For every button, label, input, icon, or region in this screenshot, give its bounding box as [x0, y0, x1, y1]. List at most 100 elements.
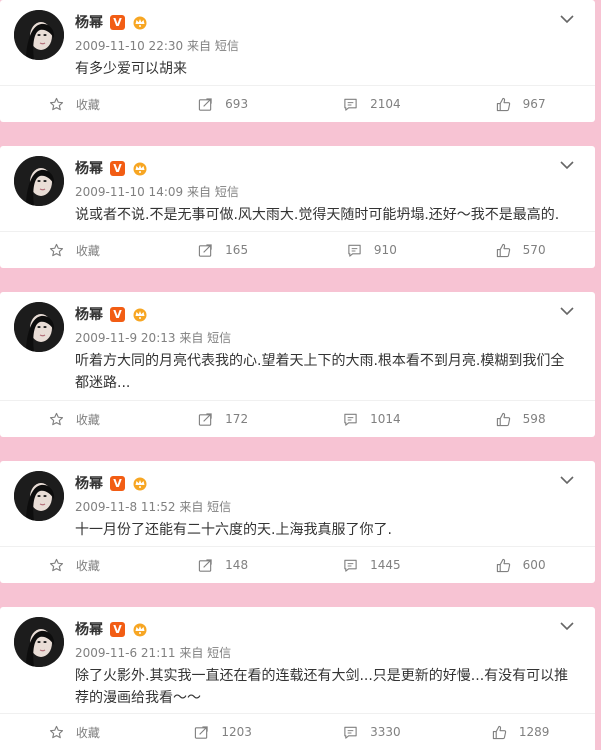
post-source: 短信: [207, 500, 232, 514]
comment-count: 3330: [370, 725, 401, 739]
source-prefix: 来自: [179, 500, 204, 514]
verified-badge-icon: V: [110, 306, 125, 322]
avatar[interactable]: [14, 302, 64, 352]
post-card: 杨幂 V 2009-11-6 21:11 来自 短信 除了火影外.其实我一直还在…: [0, 607, 595, 750]
collect-button[interactable]: 收藏: [0, 547, 149, 583]
forward-button[interactable]: 148: [149, 547, 298, 583]
forward-button[interactable]: 693: [149, 86, 298, 122]
post-text-line: 听着方大同的月亮代表我的心.望着天上下的大雨.根本看不到月亮.模糊到我们全: [75, 353, 565, 369]
chevron-down-icon[interactable]: [559, 302, 575, 316]
post-meta: 2009-11-9 20:13 来自 短信: [75, 329, 231, 346]
crown-icon: [131, 621, 149, 637]
like-count: 1289: [518, 725, 550, 739]
star-icon: [49, 558, 70, 573]
source-prefix: 来自: [186, 185, 211, 199]
thumbs-up-icon: [496, 97, 517, 112]
post-card: 杨幂 V 2009-11-10 14:09 来自 短信 说或者不说.不是无事可做…: [0, 146, 595, 268]
comment-button[interactable]: 1014: [298, 401, 447, 437]
action-bar: 收藏 693 2104 967: [0, 85, 595, 122]
post-meta: 2009-11-8 11:52 来自 短信: [75, 498, 231, 515]
avatar[interactable]: [14, 471, 64, 521]
author-name[interactable]: 杨幂: [75, 158, 103, 178]
star-icon: [49, 97, 70, 112]
collect-label: 收藏: [75, 243, 100, 258]
post-text: 有多少爱可以胡来: [75, 58, 585, 80]
thumbs-up-icon: [496, 558, 517, 573]
chevron-down-icon[interactable]: [559, 10, 575, 24]
action-bar: 收藏 172 1014 598: [0, 400, 595, 437]
verified-badge-icon: V: [110, 621, 125, 637]
forward-count: 172: [225, 412, 249, 426]
post-card: 杨幂 V 2009-11-9 20:13 来自 短信 听着方大同的月亮代表我的心…: [0, 292, 595, 437]
like-button[interactable]: 600: [446, 547, 595, 583]
like-button[interactable]: 967: [446, 86, 595, 122]
comment-count: 1445: [370, 558, 401, 572]
action-bar: 收藏 148 1445 600: [0, 546, 595, 583]
verified-badge-icon: V: [110, 14, 125, 30]
comment-count: 910: [373, 243, 397, 257]
comment-icon: [343, 412, 364, 427]
avatar[interactable]: [14, 10, 64, 60]
comment-button[interactable]: 910: [298, 232, 447, 268]
chevron-down-icon[interactable]: [559, 471, 575, 485]
like-button[interactable]: 1289: [446, 714, 595, 750]
action-bar: 收藏 165 910 570: [0, 231, 595, 268]
post-text: 除了火影外.其实我一直还在看的连载还有大剑...只是更新的好慢...有没有可以推…: [75, 665, 585, 709]
chevron-down-icon[interactable]: [559, 156, 575, 170]
forward-icon: [198, 558, 219, 573]
collect-button[interactable]: 收藏: [0, 86, 149, 122]
action-bar: 收藏 1203 3330 1289: [0, 713, 595, 750]
like-count: 598: [522, 412, 546, 426]
verified-badge-icon: V: [110, 475, 125, 491]
post-time[interactable]: 2009-11-8 11:52: [75, 500, 176, 514]
thumbs-up-icon: [496, 243, 517, 258]
forward-button[interactable]: 172: [149, 401, 298, 437]
like-count: 600: [522, 558, 546, 572]
like-count: 570: [522, 243, 546, 257]
like-button[interactable]: 598: [446, 401, 595, 437]
post-text-line: 除了火影外.其实我一直还在看的连载还有大剑...只是更新的好慢...有没有可以推: [75, 668, 569, 684]
post-card: 杨幂 V 2009-11-10 22:30 来自 短信 有多少爱可以胡来 收藏 …: [0, 0, 595, 122]
collect-button[interactable]: 收藏: [0, 401, 149, 437]
forward-icon: [198, 243, 219, 258]
star-icon: [49, 243, 70, 258]
post-time[interactable]: 2009-11-9 20:13: [75, 331, 176, 345]
avatar[interactable]: [14, 156, 64, 206]
post-time[interactable]: 2009-11-10 22:30: [75, 39, 183, 53]
star-icon: [49, 412, 70, 427]
post-meta: 2009-11-10 22:30 来自 短信: [75, 37, 239, 54]
avatar[interactable]: [14, 617, 64, 667]
collect-label: 收藏: [75, 97, 100, 112]
crown-icon: [131, 475, 149, 491]
thumbs-up-icon: [496, 412, 517, 427]
collect-button[interactable]: 收藏: [0, 232, 149, 268]
post-source: 短信: [207, 646, 232, 660]
post-time[interactable]: 2009-11-10 14:09: [75, 185, 183, 199]
comment-button[interactable]: 2104: [298, 86, 447, 122]
author-name[interactable]: 杨幂: [75, 473, 103, 493]
author-name[interactable]: 杨幂: [75, 304, 103, 324]
like-count: 967: [522, 97, 546, 111]
author-name[interactable]: 杨幂: [75, 12, 103, 32]
post-card: 杨幂 V 2009-11-8 11:52 来自 短信 十一月份了还能有二十六度的…: [0, 461, 595, 583]
post-text-line: 有多少爱可以胡来: [75, 61, 187, 77]
thumbs-up-icon: [492, 725, 513, 740]
post-time[interactable]: 2009-11-6 21:11: [75, 646, 176, 660]
post-source: 短信: [214, 39, 239, 53]
post-meta: 2009-11-6 21:11 来自 短信: [75, 644, 231, 661]
forward-button[interactable]: 1203: [149, 714, 298, 750]
comment-count: 2104: [370, 97, 401, 111]
author-name[interactable]: 杨幂: [75, 619, 103, 639]
forward-button[interactable]: 165: [149, 232, 298, 268]
post-text-line: 十一月份了还能有二十六度的天.上海我真服了你了.: [75, 522, 392, 538]
post-text-line: 都迷路...: [75, 375, 131, 391]
collect-button[interactable]: 收藏: [0, 714, 149, 750]
like-button[interactable]: 570: [446, 232, 595, 268]
verified-badge-icon: V: [110, 160, 125, 176]
post-text: 说或者不说.不是无事可做.风大雨大.觉得天随时可能坍塌.还好～我不是最高的.: [75, 204, 585, 226]
comment-button[interactable]: 1445: [298, 547, 447, 583]
chevron-down-icon[interactable]: [559, 617, 575, 631]
comment-button[interactable]: 3330: [298, 714, 447, 750]
forward-icon: [198, 97, 219, 112]
comment-icon: [343, 725, 364, 740]
